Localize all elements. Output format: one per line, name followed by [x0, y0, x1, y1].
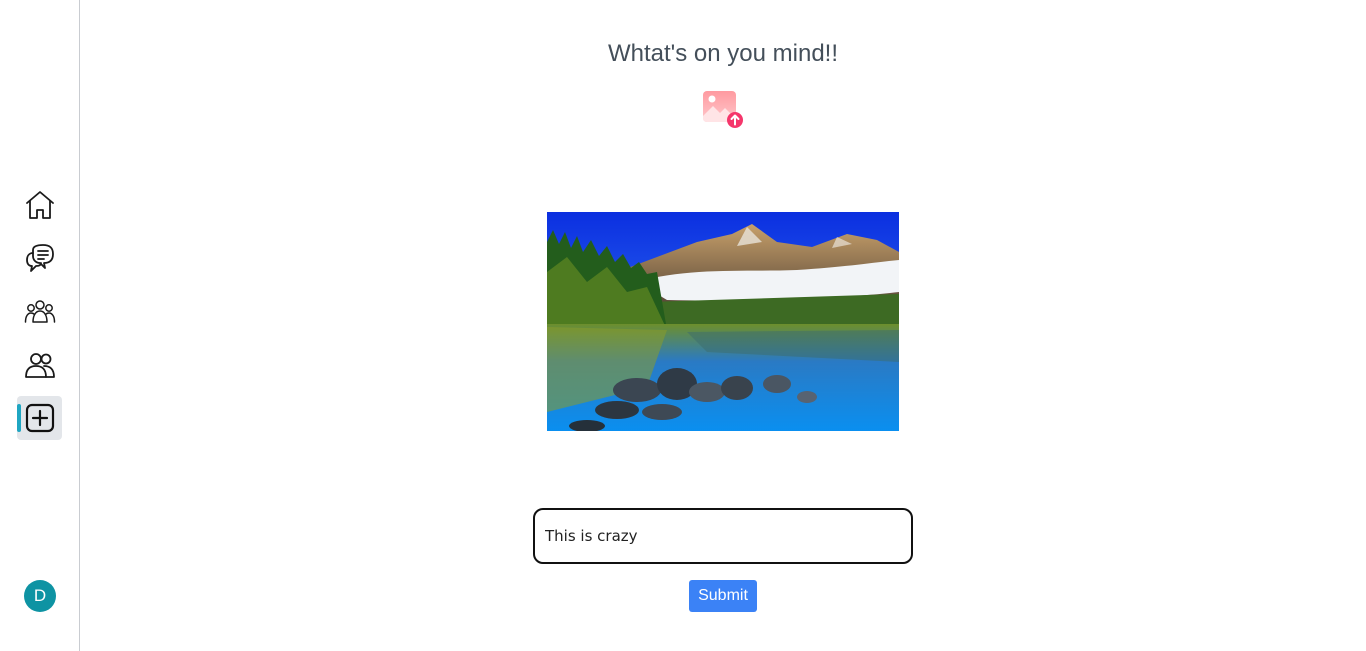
- image-preview: [547, 212, 899, 431]
- create-post-panel: Whtat's on you mind!! This is crazy Subm…: [80, 0, 1366, 651]
- image-upload-button[interactable]: [701, 89, 745, 131]
- image-upload-icon: [703, 91, 743, 128]
- home-icon: [25, 191, 54, 219]
- app-root: D Whtat's on you mind!! This is crazy Su…: [0, 0, 1366, 651]
- page-title: Whtat's on you mind!!: [607, 40, 838, 67]
- sidebar-item-create-post[interactable]: [17, 396, 62, 440]
- sidebar-item-friends[interactable]: [17, 343, 62, 387]
- sidebar-item-home[interactable]: [17, 183, 62, 227]
- sidebar-item-chat[interactable]: [17, 236, 62, 280]
- people-icon: [24, 353, 55, 378]
- group-icon: [24, 300, 55, 323]
- chat-bubbles-icon: [25, 244, 54, 272]
- sidebar-item-groups[interactable]: [17, 290, 62, 334]
- user-avatar[interactable]: D: [24, 580, 56, 612]
- sidebar: D: [0, 0, 80, 651]
- mountain-lake-image: [547, 212, 899, 431]
- submit-button[interactable]: Submit: [689, 580, 757, 612]
- plus-square-icon: [25, 403, 54, 433]
- post-text-input[interactable]: [533, 508, 913, 564]
